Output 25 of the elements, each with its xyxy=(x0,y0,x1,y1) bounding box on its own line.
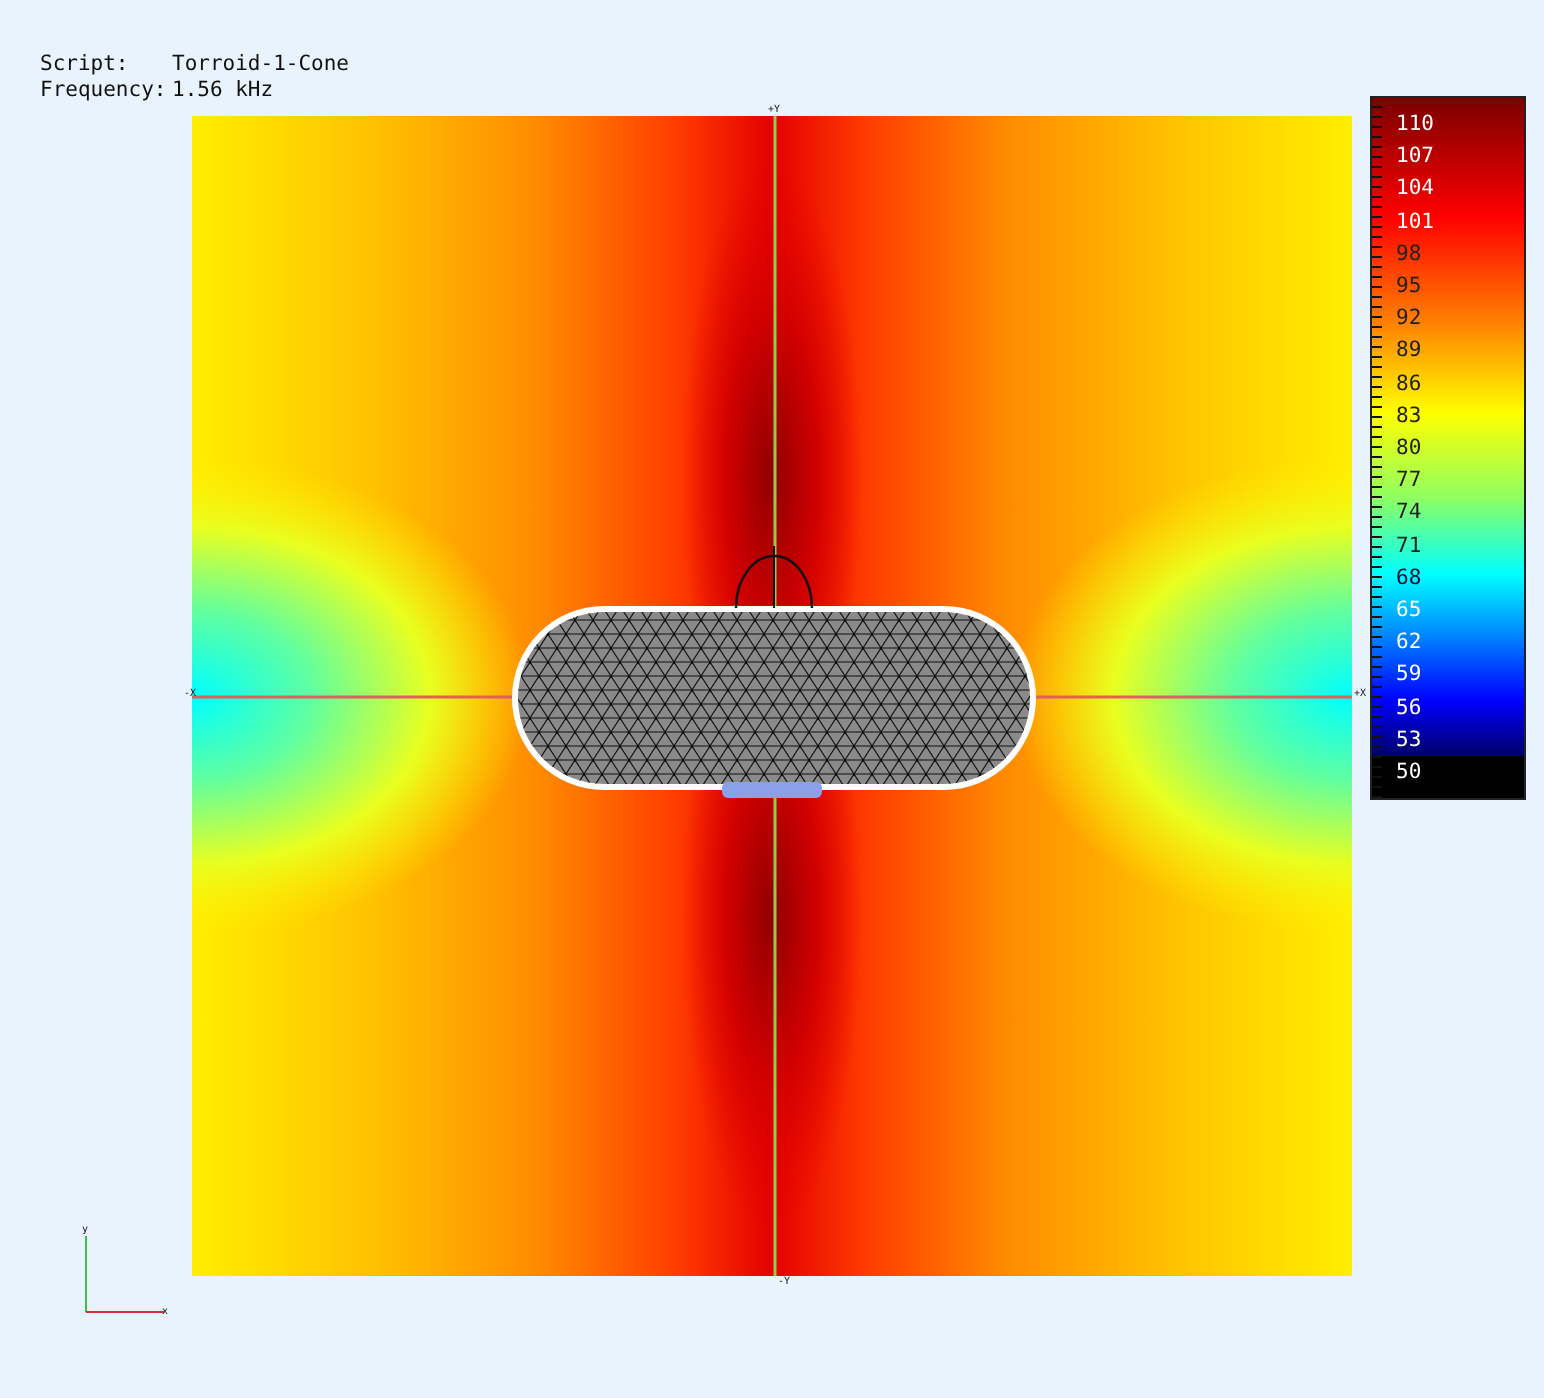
scale-value: 53 xyxy=(1396,727,1422,752)
info-label: Script: xyxy=(40,52,131,78)
scale-value: 101 xyxy=(1396,209,1434,234)
scale-value: 77 xyxy=(1396,468,1422,493)
scale-value: 56 xyxy=(1396,695,1422,720)
scale-value: 62 xyxy=(1396,630,1422,655)
scale-value: 50 xyxy=(1396,760,1422,784)
info-value: 1.56 kHz xyxy=(172,78,274,104)
scale-value: 80 xyxy=(1396,436,1422,460)
scale-value: 86 xyxy=(1396,371,1422,396)
scale-value: 92 xyxy=(1396,306,1422,331)
info-value: Torroid-1-Cone xyxy=(172,52,350,78)
scale-value: 104 xyxy=(1396,176,1434,201)
scale-value: 71 xyxy=(1396,533,1422,558)
scale-value: 107 xyxy=(1396,144,1434,169)
scale-value: 98 xyxy=(1396,241,1422,266)
info-label: Frequency: xyxy=(40,78,169,104)
scale-value: 110 xyxy=(1396,112,1434,136)
scale-value: 65 xyxy=(1396,598,1422,622)
scale-value: 74 xyxy=(1396,500,1422,525)
scale-value: 83 xyxy=(1396,403,1422,428)
scale-value: 95 xyxy=(1396,274,1422,298)
scale-value: 59 xyxy=(1396,662,1422,687)
scale-value: 68 xyxy=(1396,565,1422,590)
scale-value: 89 xyxy=(1396,338,1422,363)
